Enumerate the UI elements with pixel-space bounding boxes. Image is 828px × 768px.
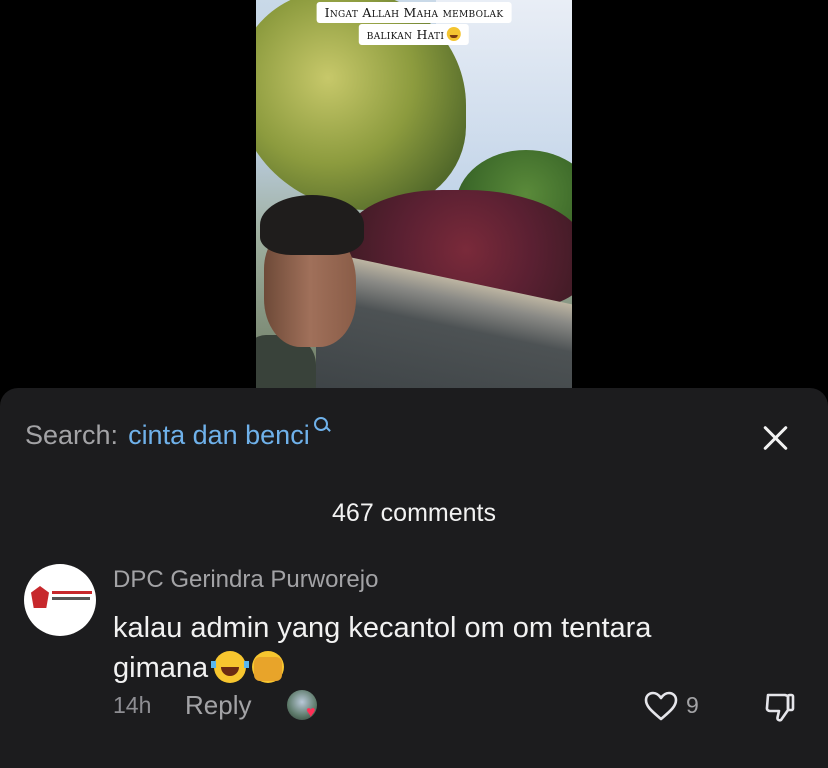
face-with-tears-of-joy-emoji-icon — [211, 651, 250, 683]
video-caption-text: balikan Hati — [366, 27, 445, 42]
gerindra-logo-icon — [31, 586, 49, 608]
video-caption-line1: Ingat Allah Maha membolak — [316, 2, 512, 23]
close-icon[interactable] — [760, 422, 792, 454]
thumbs-down-icon — [765, 693, 795, 722]
grinning-face-emoji-icon — [447, 27, 462, 41]
search-suggestion[interactable]: Search: cinta dan benci — [25, 417, 331, 451]
video-player[interactable]: Ingat Allah Maha membolak balikan Hati — [256, 0, 572, 390]
logo-text-mark — [52, 597, 90, 600]
search-icon — [313, 416, 331, 434]
comment-body: kalau admin yang kecantol om om tentara … — [113, 612, 652, 684]
logo-text-mark — [52, 591, 92, 594]
video-caption-line2: balikan Hati — [358, 24, 470, 45]
avatar[interactable] — [24, 564, 96, 636]
comment-author[interactable]: DPC Gerindra Purworejo — [113, 566, 378, 594]
comments-sheet: Search: cinta dan benci 467 comments DPC… — [0, 388, 828, 768]
reply-button[interactable]: Reply — [185, 690, 251, 721]
search-term-link[interactable]: cinta dan benci — [128, 420, 310, 451]
person-hair — [260, 195, 364, 255]
like-count: 9 — [686, 692, 699, 718]
comment-text: kalau admin yang kecantol om om tentara … — [113, 608, 753, 688]
comment-meta: 14h Reply ♥ 9 — [113, 688, 813, 728]
search-label: Search: — [25, 420, 119, 450]
dislike-icon[interactable] — [763, 690, 797, 724]
comments-count: 467 comments — [332, 499, 496, 527]
heart-badge-icon: ♥ — [306, 704, 316, 721]
heart-outline-icon — [644, 691, 678, 721]
video-person — [256, 195, 366, 390]
face-with-hand-over-mouth-emoji-icon — [252, 651, 285, 683]
video-caption-text: Ingat Allah Maha membolak — [324, 5, 504, 20]
like-heart-icon[interactable] — [643, 690, 679, 722]
comment-time: 14h — [113, 692, 152, 718]
